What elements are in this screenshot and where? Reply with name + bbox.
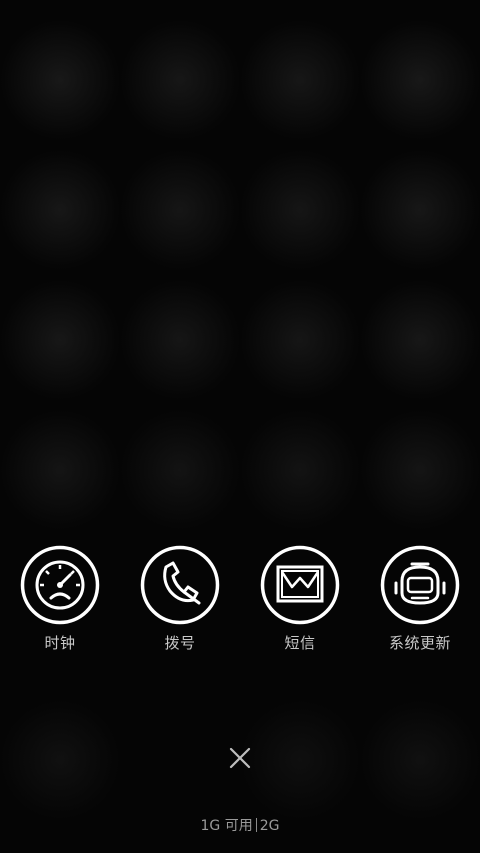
memory-available: 1G 可用 [200,818,253,834]
close-icon [229,747,251,769]
close-all-button[interactable] [225,743,255,773]
phone-icon [140,545,220,625]
recent-app-system-update[interactable]: 系统更新 [360,545,480,660]
memory-total: 2G [259,818,280,834]
app-label: 拨号 [164,634,196,652]
recent-app-clock[interactable]: 时钟 [0,545,120,660]
robot-icon [380,545,460,625]
recent-app-messages[interactable]: 短信 [240,545,360,660]
app-label: 时钟 [44,634,76,652]
memory-status: 1G 可用 2G [0,815,480,835]
speedometer-icon [20,545,100,625]
blurred-wallpaper [0,0,480,853]
envelope-icon [260,545,340,625]
recent-apps-row: 时钟 拨号 短信 系统更新 [0,545,480,665]
app-label: 短信 [284,634,316,652]
app-label: 系统更新 [388,634,451,652]
memory-divider [255,818,257,832]
recent-app-dialer[interactable]: 拨号 [120,545,240,660]
